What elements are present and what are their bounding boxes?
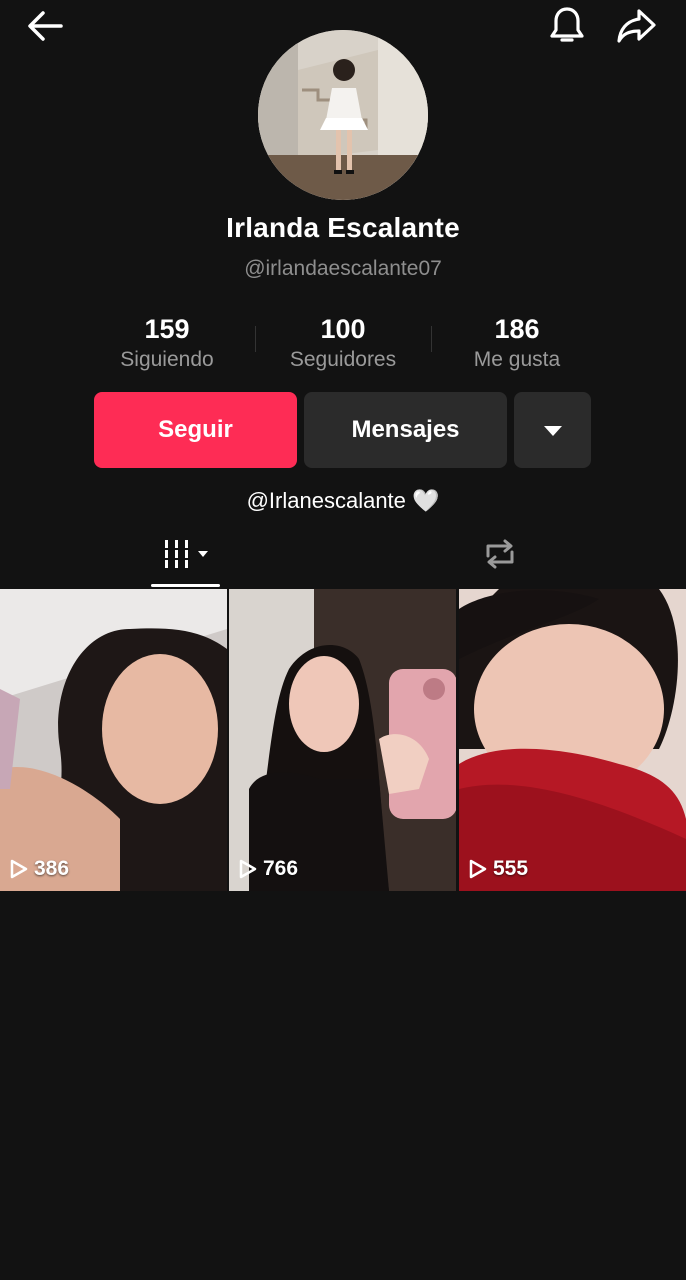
follow-button[interactable]: Seguir [94, 392, 297, 468]
caret-down-icon [543, 416, 563, 444]
video-thumbnail[interactable]: 555 [459, 589, 686, 891]
video-view-count: 386 [10, 857, 69, 881]
profile-bio: @Irlanescalante 🤍 [246, 488, 440, 513]
tab-videos[interactable] [151, 528, 220, 584]
more-options-button[interactable] [514, 392, 591, 468]
video-view-count-value: 555 [493, 857, 529, 880]
follow-button-label: Seguir [158, 416, 233, 443]
profile-name: Irlanda Escalante [226, 212, 460, 243]
avatar[interactable] [258, 30, 428, 200]
video-thumbnail-image [0, 589, 227, 891]
bell-icon [548, 5, 586, 47]
stat-divider [255, 326, 256, 352]
share-arrow-icon [615, 6, 657, 46]
video-view-count: 766 [239, 857, 298, 881]
stat-value: 186 [494, 314, 540, 344]
stat-value: 100 [320, 314, 366, 344]
stat-followers[interactable]: 100 Seguidores [258, 312, 428, 374]
stat-label: Me gusta [473, 348, 561, 371]
stat-value: 159 [144, 314, 190, 344]
video-thumbnail-image [229, 589, 456, 891]
messages-button-label: Mensajes [351, 416, 460, 443]
repost-icon [480, 536, 520, 577]
play-icon [10, 859, 28, 879]
play-icon [239, 859, 257, 879]
tab-reposts[interactable] [465, 528, 534, 584]
play-icon [469, 859, 487, 879]
stat-likes[interactable]: 186 Me gusta [432, 312, 602, 374]
messages-button[interactable]: Mensajes [304, 392, 507, 468]
videos-grid-icon [162, 537, 210, 576]
video-view-count-value: 766 [263, 857, 299, 880]
back-button[interactable] [21, 2, 69, 50]
active-tab-indicator [151, 584, 220, 587]
video-view-count: 555 [469, 857, 528, 881]
stat-label: Siguiendo [120, 348, 214, 371]
video-thumbnail-image [459, 589, 686, 891]
share-button[interactable] [612, 2, 660, 50]
arrow-left-icon [25, 8, 65, 44]
stat-label: Seguidores [289, 348, 397, 371]
profile-handle: @irlandaescalante07 [244, 257, 442, 280]
notifications-button[interactable] [543, 2, 591, 50]
video-view-count-value: 386 [34, 857, 70, 880]
video-thumbnail[interactable]: 766 [229, 589, 456, 891]
stat-following[interactable]: 159 Siguiendo [82, 312, 252, 374]
avatar-photo [258, 30, 428, 200]
video-thumbnail[interactable]: 386 [0, 589, 227, 891]
